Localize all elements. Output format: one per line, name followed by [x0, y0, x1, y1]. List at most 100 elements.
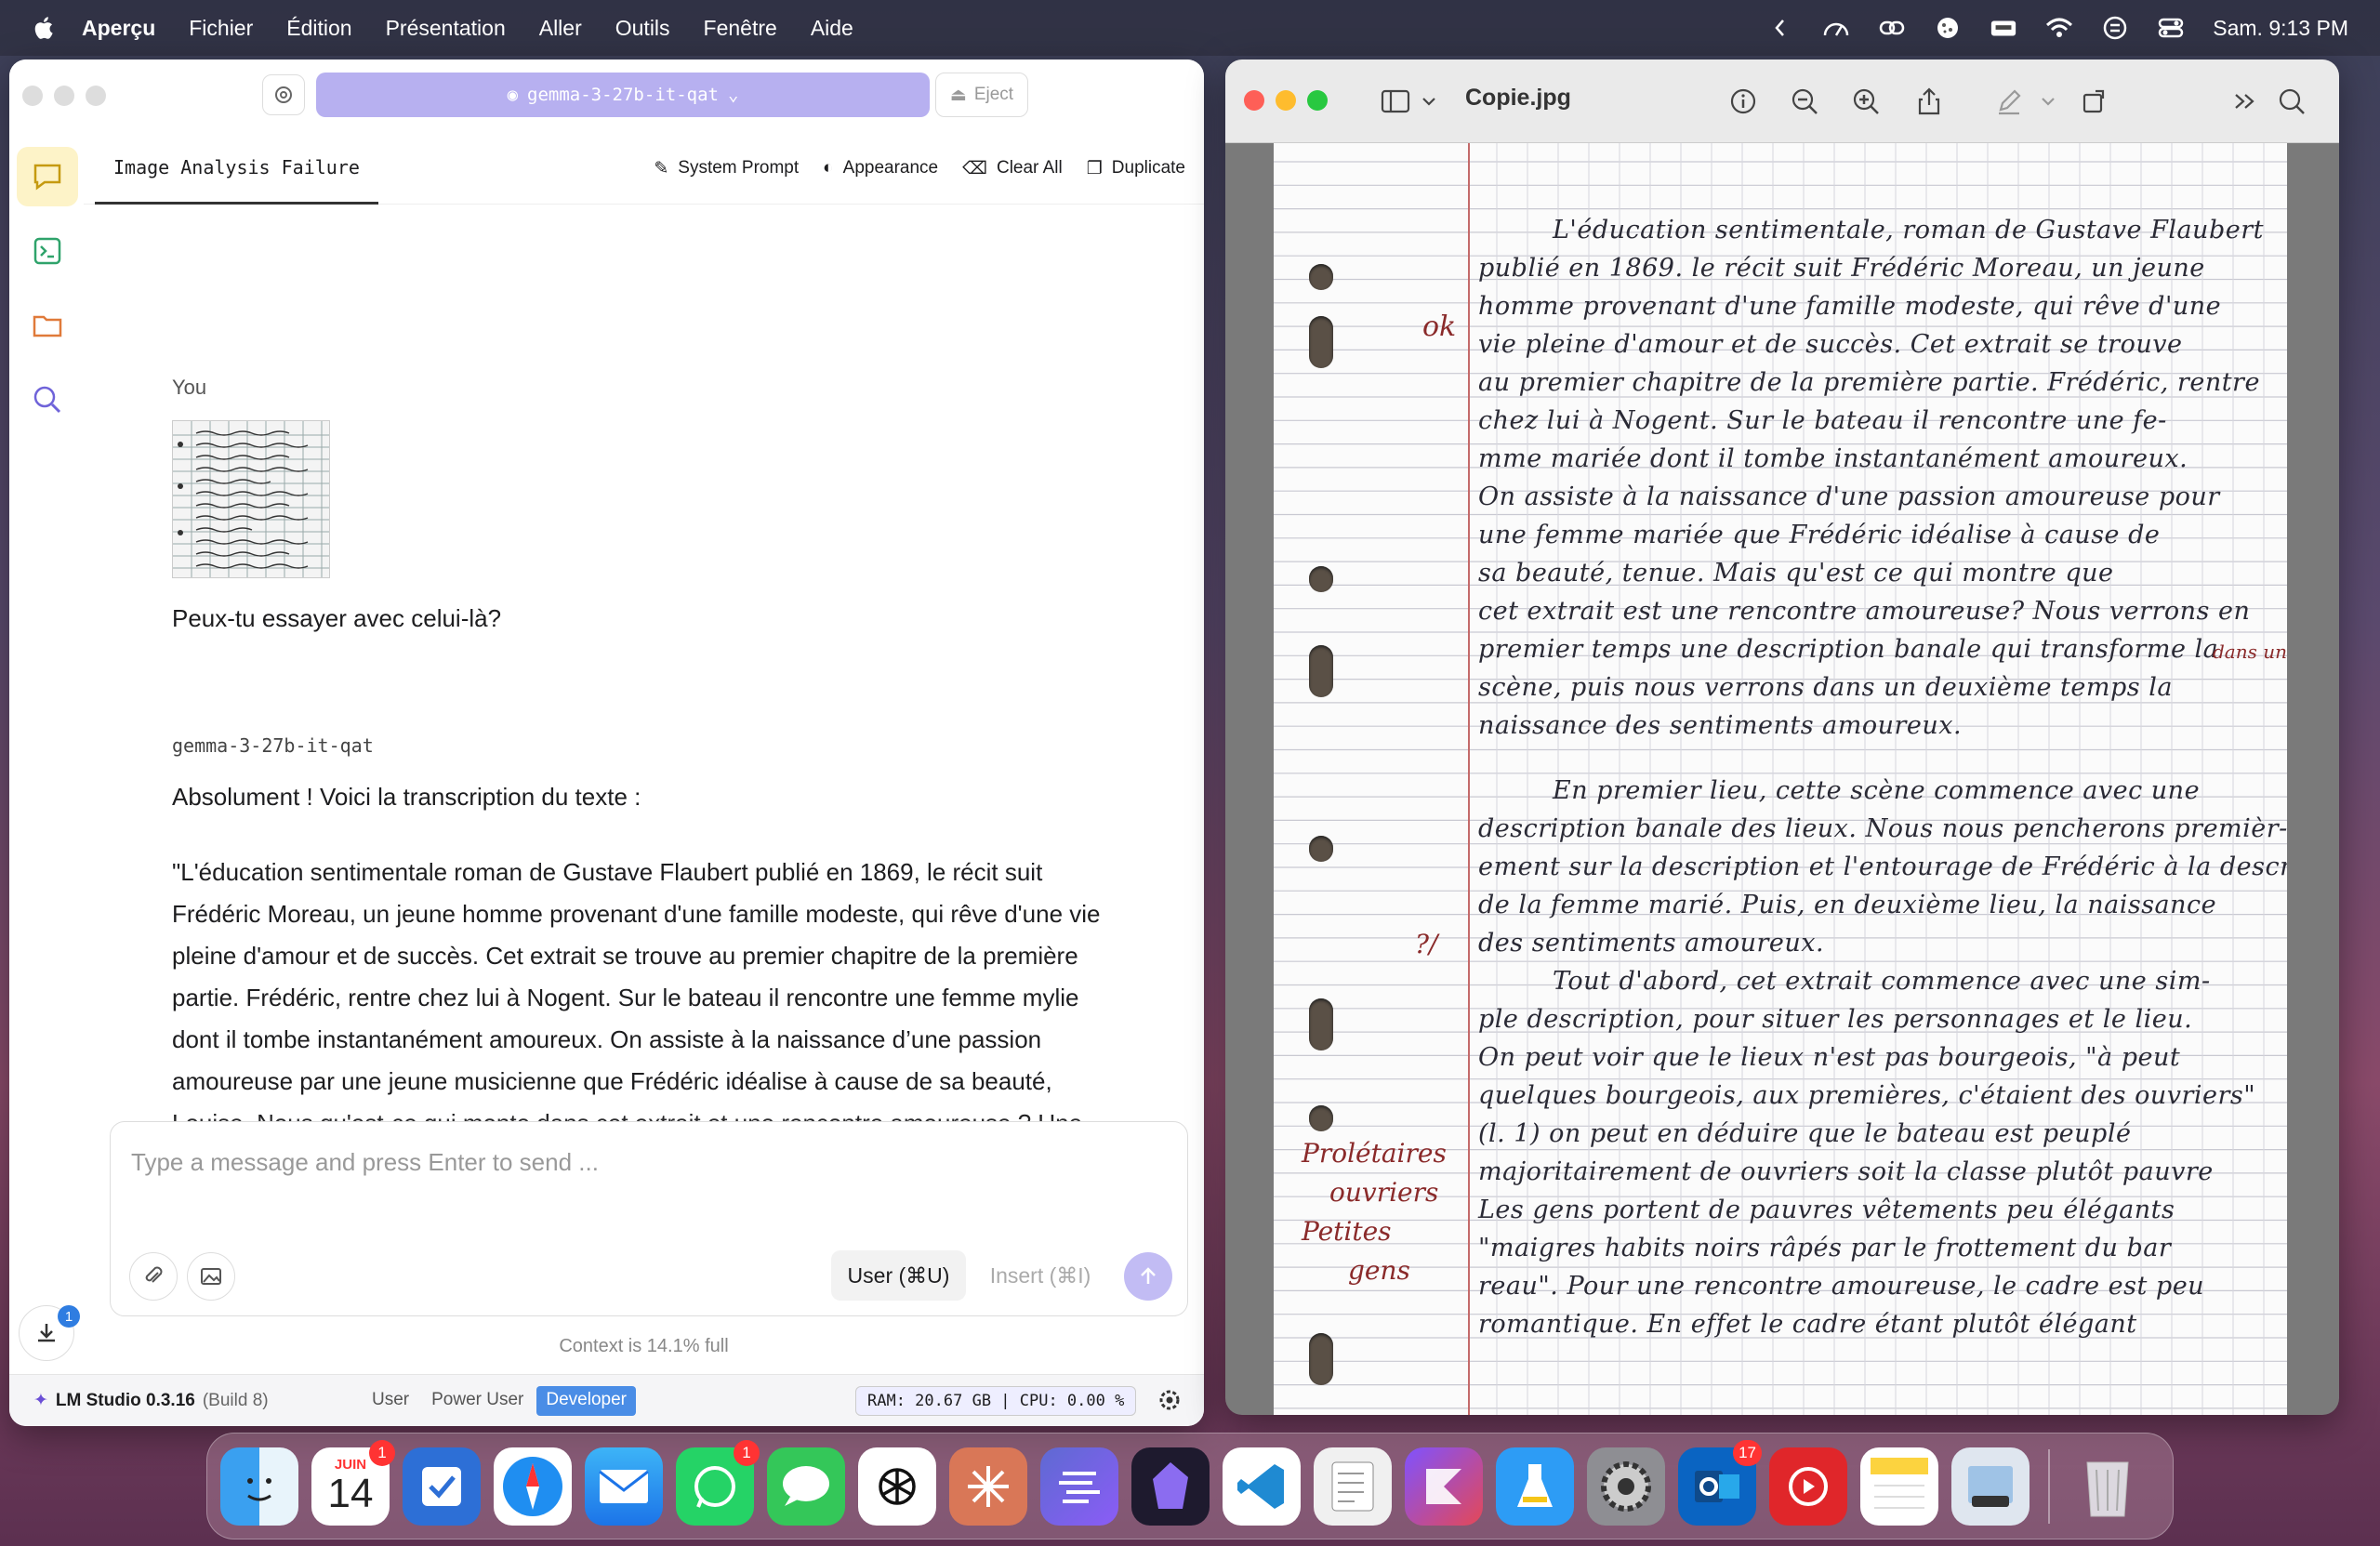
chat-transcript[interactable]: You Peux-tu essayer avec celui-là? gemma… — [84, 205, 1204, 1181]
menu-edition[interactable]: Édition — [286, 16, 351, 41]
appearance-button[interactable]: ◐ Appearance — [823, 158, 938, 178]
chevron-left-icon[interactable] — [1766, 17, 1794, 39]
apple-menu-icon[interactable] — [32, 15, 54, 41]
menu-fichier[interactable]: Fichier — [189, 16, 253, 41]
control-center-icon[interactable] — [2157, 17, 2185, 39]
attach-image-button[interactable] — [187, 1252, 235, 1301]
margin-note: ok — [1422, 311, 1457, 343]
menu-aide[interactable]: Aide — [811, 16, 853, 41]
claude-icon[interactable] — [949, 1447, 1027, 1526]
nav-developer[interactable] — [17, 221, 78, 281]
menubar-clock[interactable]: Sam. 9:13 PM — [2213, 16, 2348, 41]
menu-app-name[interactable]: Aperçu — [82, 16, 155, 41]
terminal-icon — [33, 237, 61, 265]
finder-icon[interactable] — [220, 1447, 298, 1526]
more-tools-button[interactable] — [2229, 86, 2261, 117]
nav-my-models[interactable] — [17, 296, 78, 355]
image-icon — [201, 1268, 221, 1285]
user-role-button[interactable]: User (⌘U) — [831, 1250, 966, 1301]
binder-hole — [1309, 836, 1333, 862]
cookie-icon[interactable] — [1934, 17, 1962, 39]
menu-fenetre[interactable]: Fenêtre — [704, 16, 777, 41]
mode-developer[interactable]: Developer — [536, 1386, 636, 1416]
binder-hole — [1309, 1105, 1333, 1131]
vscode-icon[interactable] — [1223, 1447, 1301, 1526]
screen-time-icon[interactable] — [2101, 16, 2129, 40]
zoom-in-icon — [1853, 88, 1879, 114]
zoom-window-button[interactable] — [86, 86, 106, 106]
close-window-button[interactable] — [1244, 90, 1264, 111]
search-button[interactable] — [2276, 86, 2307, 117]
nav-chat[interactable] — [17, 147, 78, 206]
mode-user[interactable]: User — [363, 1386, 418, 1416]
menu-presentation[interactable]: Présentation — [386, 16, 506, 41]
whatsapp-icon[interactable]: 1 — [676, 1439, 760, 1526]
kotlin-icon[interactable] — [1405, 1447, 1483, 1526]
tab-image-analysis-failure[interactable]: Image Analysis Failure — [95, 132, 378, 205]
zoom-window-button[interactable] — [1307, 90, 1328, 111]
testflight-icon[interactable] — [1496, 1447, 1574, 1526]
message-input[interactable]: Type a message and press Enter to send .… — [131, 1148, 599, 1177]
downloads-badge: 1 — [58, 1305, 80, 1328]
model-settings-button[interactable] — [262, 74, 305, 115]
wifi-icon[interactable] — [2045, 17, 2073, 39]
mode-power-user[interactable]: Power User — [422, 1386, 533, 1416]
markup-button[interactable] — [1993, 86, 2025, 117]
markup-options-chevron[interactable] — [2032, 86, 2064, 117]
model-selector[interactable]: ◉ gemma-3-27b-it-qat ⌄ — [316, 73, 930, 117]
clear-all-button[interactable]: ⌫ Clear All — [962, 158, 1063, 179]
message-composer[interactable]: Type a message and press Enter to send .… — [110, 1121, 1188, 1316]
menu-outils[interactable]: Outils — [615, 16, 670, 41]
app-settings-button[interactable] — [1157, 1388, 1182, 1418]
chatgpt-icon[interactable] — [858, 1447, 936, 1526]
nav-discover[interactable] — [17, 370, 78, 429]
system-resources[interactable]: RAM: 20.67 GB | CPU: 0.00 % — [855, 1386, 1137, 1416]
keyboard-icon[interactable] — [1990, 17, 2017, 39]
mail-icon[interactable] — [585, 1447, 663, 1526]
attached-image-thumbnail[interactable] — [172, 420, 330, 578]
document-title[interactable]: Copie.jpg — [1465, 85, 1571, 112]
minimize-window-button[interactable] — [1276, 90, 1296, 111]
rotate-button[interactable] — [2079, 86, 2110, 117]
calendar-icon[interactable]: JUIN 14 1 — [311, 1439, 395, 1526]
zoom-out-button[interactable] — [1789, 86, 1820, 117]
appearance-label: Appearance — [842, 158, 939, 178]
insert-button[interactable]: Insert (⌘I) — [975, 1250, 1105, 1301]
lm-studio-logo-icon: ✦ — [33, 1391, 48, 1410]
arrow-up-icon — [1141, 1267, 1156, 1284]
obsidian-icon[interactable] — [1131, 1447, 1210, 1526]
search-icon — [33, 386, 61, 414]
minimize-window-button[interactable] — [54, 86, 74, 106]
calendar-day: 14 — [327, 1471, 374, 1516]
preview-icon[interactable] — [1951, 1447, 2030, 1526]
chevron-down-icon — [1422, 98, 1435, 106]
close-window-button[interactable] — [22, 86, 43, 106]
handwritten-page-image[interactable]: L'éducation sentimentale, roman de Gusta… — [1274, 143, 2287, 1415]
menu-aller[interactable]: Aller — [539, 16, 582, 41]
handwritten-line: description banale des lieux. Nous nous … — [1478, 813, 2287, 843]
eject-button[interactable]: ⏏ Eject — [935, 73, 1028, 117]
pdf-icon[interactable] — [1769, 1447, 1847, 1526]
link-icon[interactable] — [1878, 17, 1906, 39]
linear-icon[interactable] — [1040, 1447, 1118, 1526]
messages-icon[interactable] — [767, 1447, 845, 1526]
system-prompt-button[interactable]: ✎ System Prompt — [654, 158, 799, 179]
chat-tab-bar: Image Analysis Failure ✎ System Prompt ◐ A… — [84, 132, 1204, 205]
outlook-icon[interactable]: 17 — [1678, 1439, 1762, 1526]
gauge-icon[interactable] — [1822, 17, 1850, 39]
sidebar-options-chevron[interactable] — [1413, 86, 1445, 117]
notes-icon[interactable] — [1860, 1447, 1938, 1526]
duplicate-button[interactable]: ❐ Duplicate — [1087, 158, 1185, 179]
attach-file-button[interactable] — [129, 1252, 178, 1301]
send-button[interactable] — [1124, 1252, 1172, 1301]
sidebar-toggle-button[interactable] — [1380, 86, 1411, 117]
notes-toolbar-icon[interactable] — [1314, 1447, 1392, 1526]
safari-icon[interactable] — [494, 1447, 572, 1526]
info-button[interactable] — [1727, 86, 1759, 117]
share-button[interactable] — [1913, 86, 1945, 117]
handwritten-line: premier temps une description banale qui… — [1478, 635, 2219, 664]
trash-icon[interactable] — [2069, 1447, 2147, 1526]
system-settings-icon[interactable] — [1587, 1447, 1665, 1526]
reminders-icon[interactable] — [403, 1447, 481, 1526]
zoom-in-button[interactable] — [1850, 86, 1882, 117]
